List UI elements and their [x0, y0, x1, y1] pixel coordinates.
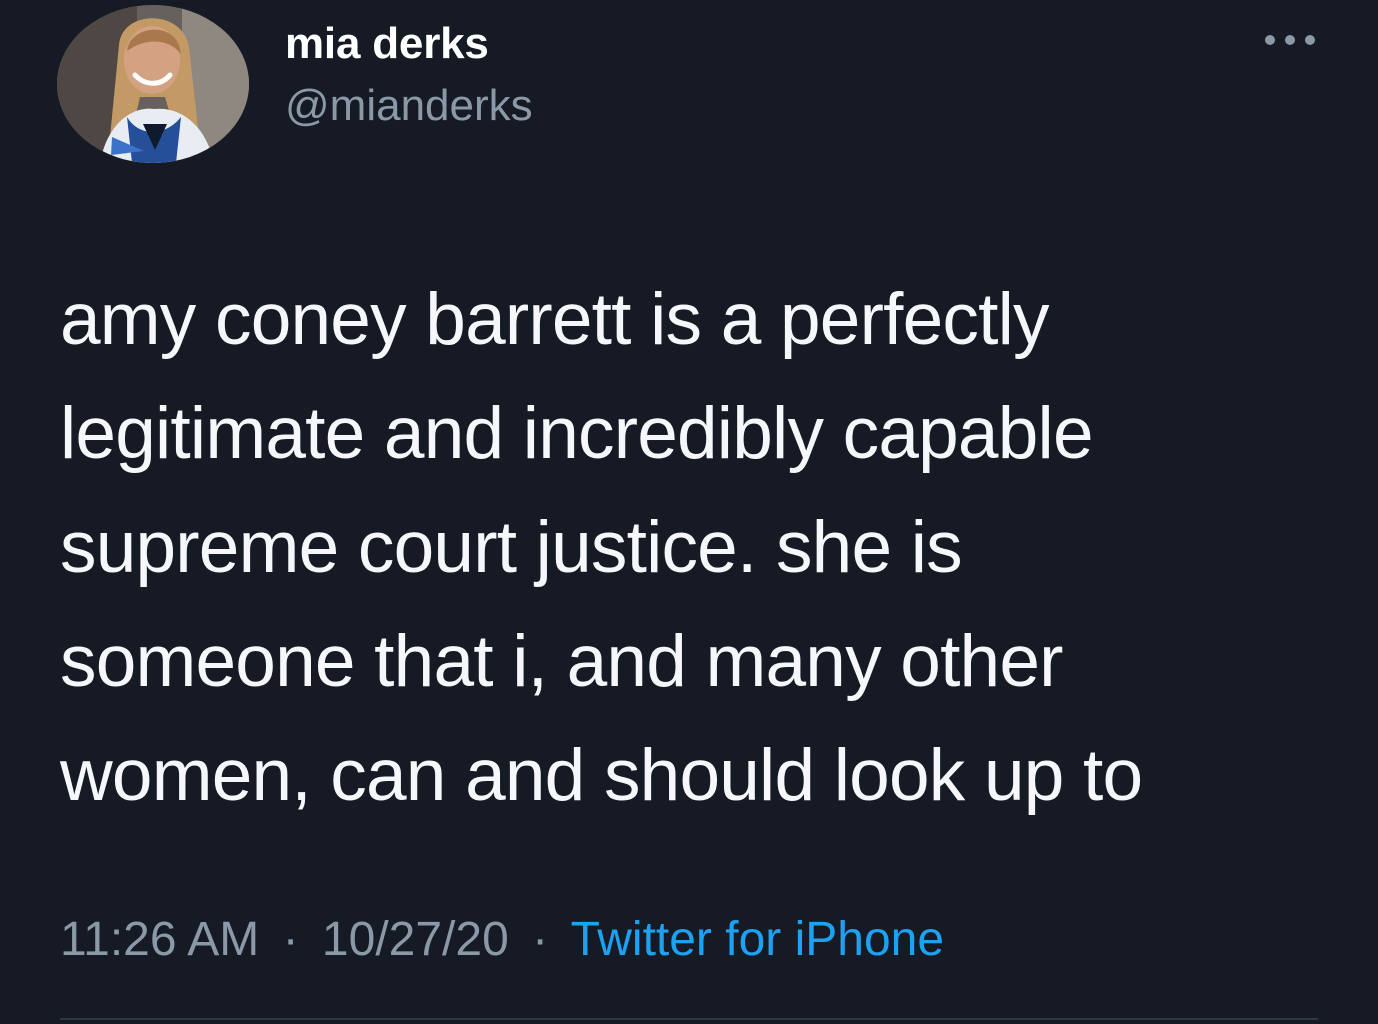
more-options-button[interactable] [1250, 20, 1330, 60]
more-horizontal-icon [1285, 35, 1295, 45]
more-horizontal-icon [1265, 35, 1275, 45]
tweet-metadata: 11:26 AM · 10/27/20 · Twitter for iPhone [60, 910, 944, 970]
tweet-text: amy coney barrett is a perfectly legitim… [60, 263, 1290, 833]
tweet-text-line: someone that i, and many other [60, 621, 1063, 702]
tweet-source-link[interactable]: Twitter for iPhone [571, 913, 945, 966]
meta-separator: · [282, 913, 299, 966]
author-handle[interactable]: @mianderks [285, 78, 533, 134]
avatar[interactable] [57, 5, 249, 163]
tweet-text-line: women, can and should look up to [60, 735, 1143, 816]
tweet-text-line: legitimate and incredibly capable [60, 393, 1094, 474]
tweet-date[interactable]: 10/27/20 [322, 913, 509, 966]
tweet-card: mia derks @mianderks amy coney barrett i… [0, 0, 1378, 1024]
author-display-name[interactable]: mia derks [285, 16, 489, 72]
meta-separator: · [532, 913, 549, 966]
divider [60, 1018, 1318, 1020]
avatar-image [57, 5, 249, 163]
tweet-text-line: amy coney barrett is a perfectly [60, 279, 1050, 360]
more-horizontal-icon [1305, 35, 1315, 45]
author-block[interactable]: mia derks @mianderks [285, 16, 1085, 136]
tweet-time[interactable]: 11:26 AM [60, 913, 259, 966]
tweet-text-line: supreme court justice. she is [60, 507, 963, 588]
